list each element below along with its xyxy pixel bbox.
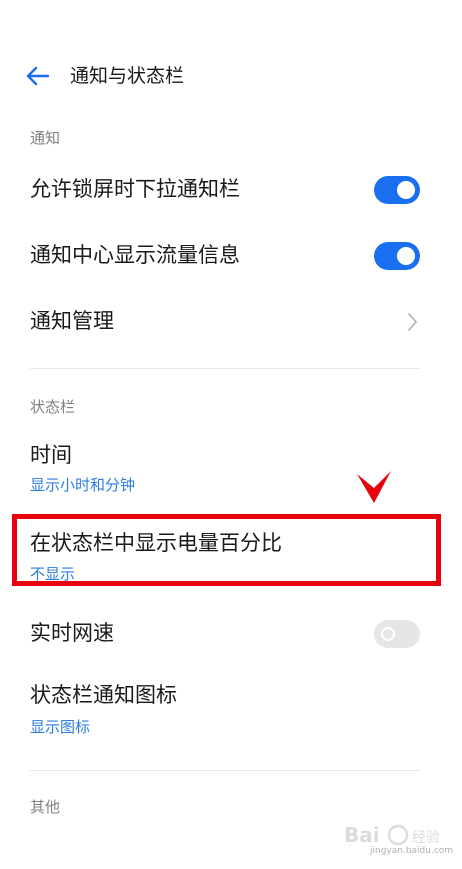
row-title: 允许锁屏时下拉通知栏 — [30, 177, 240, 201]
svg-text:Bai: Bai — [344, 823, 380, 847]
row-subtitle: 显示小时和分钟 — [30, 476, 136, 494]
app-header: 通知与状态栏 — [0, 48, 462, 104]
row-title: 通知管理 — [30, 309, 114, 333]
traffic-info-toggle[interactable] — [374, 242, 420, 270]
page-title: 通知与状态栏 — [70, 65, 185, 87]
row-title: 状态栏通知图标 — [30, 683, 177, 707]
row-title: 时间 — [30, 443, 72, 467]
arrow-left-icon[interactable] — [24, 62, 52, 90]
row-battery-percentage[interactable]: 在状态栏中显示电量百分比 不显示 — [0, 528, 462, 584]
row-statusbar-notification-icons[interactable]: 状态栏通知图标 显示图标 — [0, 680, 462, 736]
section-label-other: 其他 — [30, 798, 61, 816]
row-notification-management[interactable]: 通知管理 — [0, 304, 462, 340]
svg-text:经验: 经验 — [412, 830, 440, 846]
row-lockscreen-pulldown[interactable]: 允许锁屏时下拉通知栏 — [0, 172, 462, 208]
divider — [30, 368, 420, 369]
settings-page: 通知与状态栏 通知 允许锁屏时下拉通知栏 通知中心显示流量信息 通知管理 状态栏… — [0, 0, 462, 869]
toggle-knob — [397, 247, 415, 265]
lockscreen-pulldown-toggle[interactable] — [374, 176, 420, 204]
realtime-speed-toggle[interactable] — [374, 620, 420, 648]
chevron-right-icon — [408, 313, 417, 331]
row-subtitle: 显示图标 — [30, 718, 91, 736]
row-time[interactable]: 时间 显示小时和分钟 — [0, 440, 462, 496]
divider — [30, 770, 420, 771]
watermark-url: jingyan.baidu.com — [370, 846, 454, 856]
row-traffic-info[interactable]: 通知中心显示流量信息 — [0, 238, 462, 274]
toggle-knob — [397, 181, 415, 199]
row-title: 在状态栏中显示电量百分比 — [30, 531, 282, 555]
toggle-knob — [381, 627, 395, 641]
row-subtitle: 不显示 — [30, 565, 76, 583]
row-realtime-speed[interactable]: 实时网速 — [0, 618, 462, 654]
section-label-notification: 通知 — [30, 129, 61, 147]
row-title: 实时网速 — [30, 621, 114, 645]
row-title: 通知中心显示流量信息 — [30, 243, 240, 267]
section-label-status-bar: 状态栏 — [30, 398, 76, 416]
